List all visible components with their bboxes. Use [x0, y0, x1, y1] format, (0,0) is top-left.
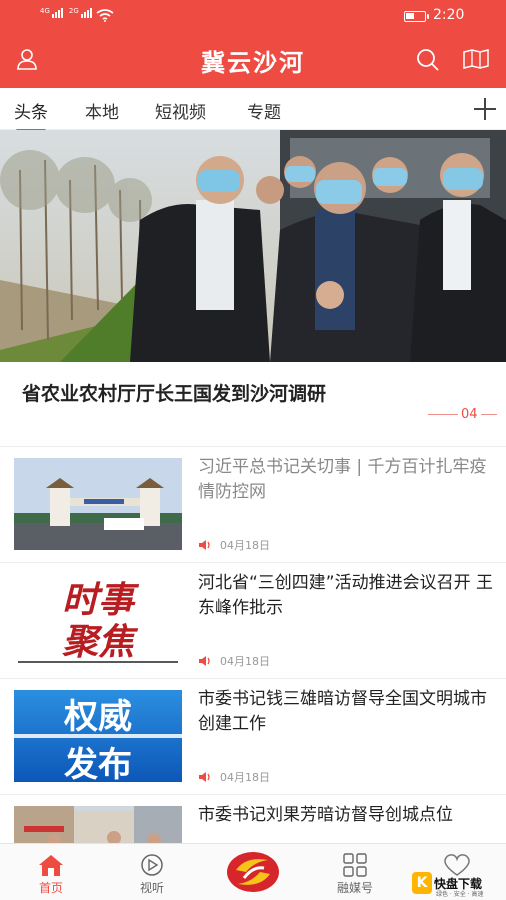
signal-2g-icon: 2G: [69, 8, 92, 18]
svg-text:时事: 时事: [62, 580, 140, 621]
search-icon[interactable]: [416, 48, 440, 72]
speaker-icon[interactable]: [198, 539, 212, 551]
hero-image[interactable]: [0, 130, 506, 362]
tab-bendi[interactable]: 本地: [85, 98, 119, 123]
wifi-icon: [96, 9, 114, 22]
clock: 2:20: [433, 7, 465, 23]
news-item[interactable]: 时事 聚焦 河北省“三创四建”活动推进会议召开 王东峰作批示 04月18日: [0, 562, 506, 678]
nav-shiting[interactable]: 视听: [107, 844, 197, 900]
news-item[interactable]: 习近平总书记关切事 | 千方百计扎牢疫情防控网 04月18日: [0, 446, 506, 562]
speaker-icon[interactable]: [198, 655, 212, 667]
news-date: 04月18日: [220, 539, 270, 552]
news-title: 河北省“三创四建”活动推进会议召开 王东峰作批示: [198, 573, 494, 618]
news-meta: 04月18日: [198, 653, 270, 669]
hero-headline: 省农业农村厅厅长王国发到沙河调研: [22, 383, 327, 405]
signal-indicators: 4G 2G: [40, 8, 92, 18]
nav-rongmeihao[interactable]: 融媒号: [310, 844, 400, 900]
tab-zhuanti[interactable]: 专题: [247, 98, 281, 123]
home-icon: [39, 855, 63, 876]
add-channel-icon[interactable]: [472, 96, 498, 122]
hero-caption[interactable]: 省农业农村厅厅长王国发到沙河调研 04: [0, 362, 506, 446]
status-bar: 4G 2G 2:20: [0, 6, 506, 26]
battery-icon: [404, 11, 429, 22]
speaker-icon[interactable]: [198, 771, 212, 783]
news-thumbnail: 时事 聚焦: [14, 574, 182, 666]
play-icon: [141, 854, 163, 876]
nav-home[interactable]: 首页: [6, 844, 96, 900]
news-date: 04月18日: [220, 655, 270, 668]
news-title: 习近平总书记关切事 | 千方百计扎牢疫情防控网: [198, 457, 487, 502]
news-thumbnail: 权威 发布: [14, 690, 182, 782]
news-title: 市委书记钱三雄暗访督导全国文明城市创建工作: [198, 689, 487, 734]
center-logo[interactable]: [224, 848, 282, 896]
news-date: 04月18日: [220, 771, 270, 784]
news-meta: 04月18日: [198, 537, 270, 553]
news-meta: 04月18日: [198, 769, 270, 785]
watermark-logo: K 快盘下载 绿色 · 安全 · 高速: [412, 870, 504, 898]
app-screen: 4G 2G 2:20 冀云沙河 头条 本地 短视频 专题 省农业农村厅厅长王国发…: [0, 0, 506, 900]
svg-text:权威: 权威: [63, 697, 132, 737]
news-thumbnail: [14, 458, 182, 550]
grid-icon: [343, 853, 367, 877]
header: 4G 2G 2:20 冀云沙河: [0, 0, 506, 88]
carousel-indicator: 04: [428, 407, 497, 422]
news-item[interactable]: 权威 发布 市委书记钱三雄暗访督导全国文明城市创建工作 04月18日: [0, 678, 506, 794]
channel-tabs: 头条 本地 短视频 专题: [0, 88, 506, 132]
tab-toutiao[interactable]: 头条: [14, 98, 48, 132]
signal-4g-icon: 4G: [40, 8, 63, 18]
top-bar: 冀云沙河: [0, 38, 506, 82]
svg-text:聚焦: 聚焦: [62, 622, 139, 663]
svg-text:发布: 发布: [64, 745, 132, 782]
epaper-icon[interactable]: [463, 49, 489, 69]
news-title: 市委书记刘果芳暗访督导创城点位: [198, 805, 453, 825]
tab-duanshipin[interactable]: 短视频: [155, 98, 206, 123]
